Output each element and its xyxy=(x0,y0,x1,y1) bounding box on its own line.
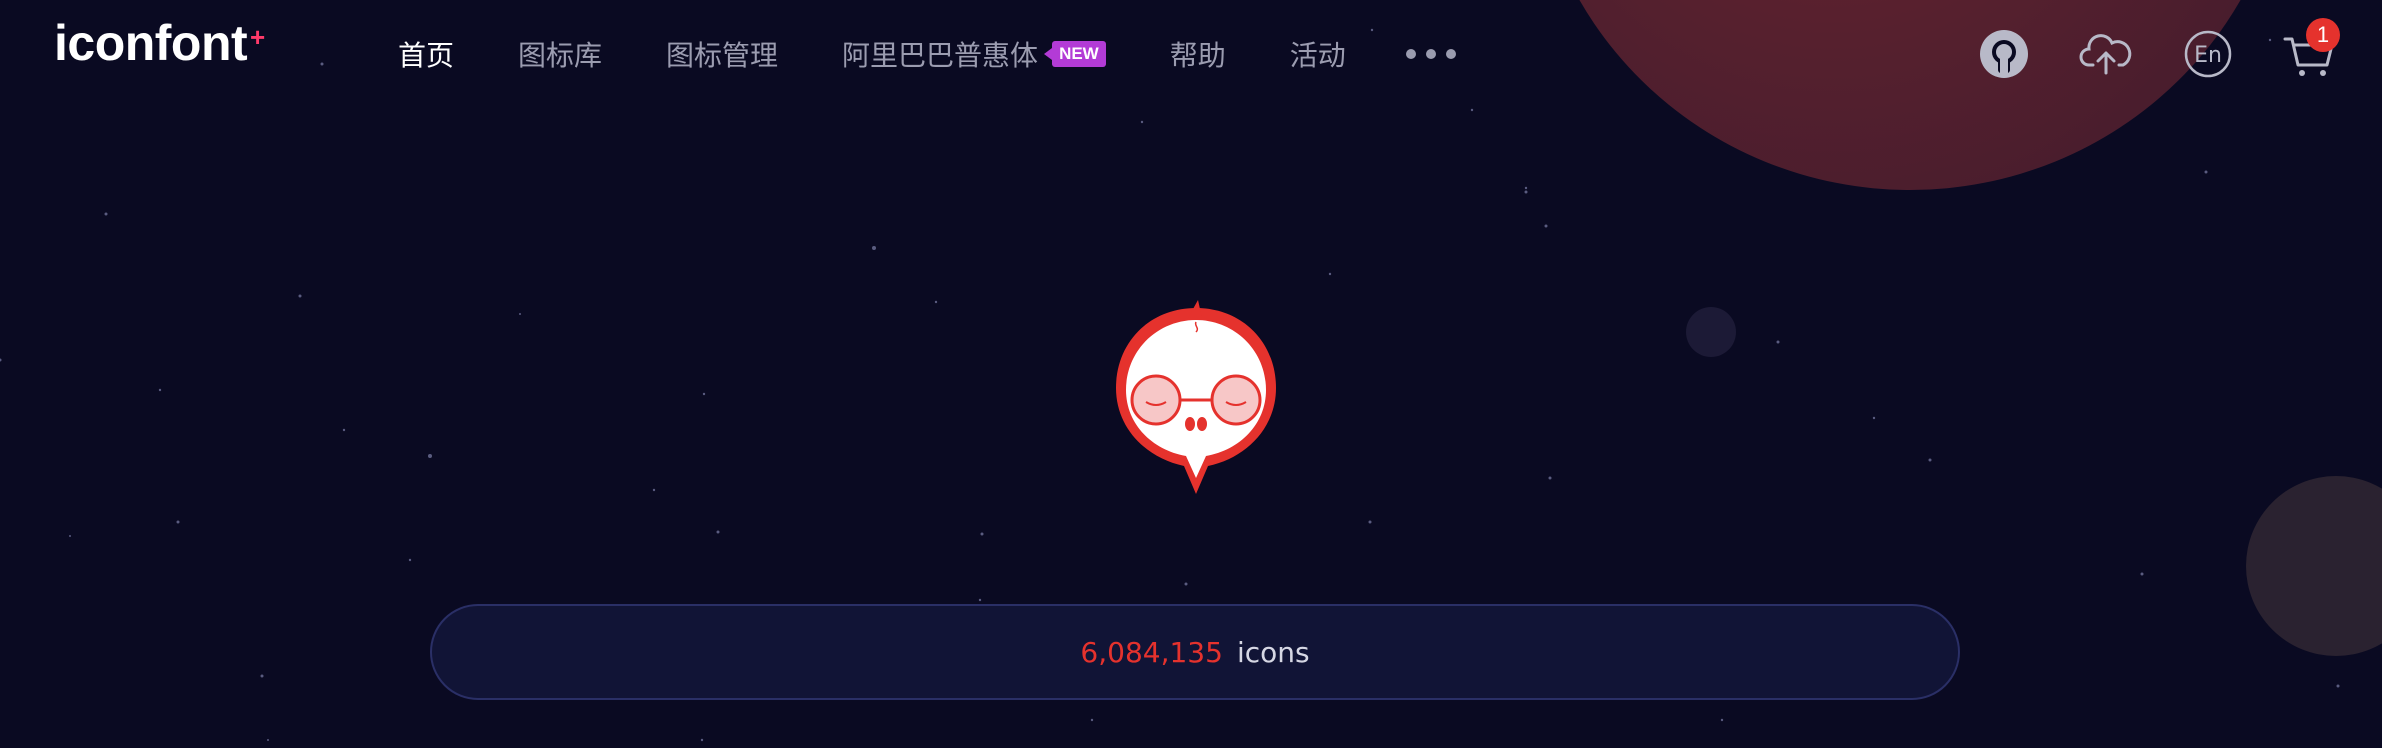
ellipsis-dot xyxy=(1425,49,1436,59)
cloud-upload-icon xyxy=(2079,34,2132,75)
ellipsis-icon xyxy=(1405,49,1416,59)
top-navigation: iconfont + 首页 图标库 图标管理 阿里巴巴普惠体 NEW 帮助 活动 xyxy=(0,0,2382,108)
ellipsis-dot xyxy=(1445,49,1456,59)
cart-count-badge: 1 xyxy=(2306,18,2340,52)
nav-item-home[interactable]: 首页 xyxy=(398,34,454,74)
nav-item-label: 图标管理 xyxy=(666,39,779,72)
language-label: En xyxy=(2194,43,2222,68)
nav-item-help[interactable]: 帮助 xyxy=(1170,34,1226,74)
nav-item-activity[interactable]: 活动 xyxy=(1290,34,1346,74)
nav-item-label: 首页 xyxy=(398,39,455,72)
cart-button[interactable]: 1 xyxy=(2282,18,2340,82)
github-button[interactable] xyxy=(1976,26,2032,82)
nav-item-label: 阿里巴巴普惠体 xyxy=(842,39,1039,72)
language-circle: En xyxy=(2184,30,2232,78)
toolbar: En 1 xyxy=(1930,18,2340,82)
nav-item-icon-library[interactable]: 图标库 xyxy=(518,34,602,74)
nav-item-label: 图标库 xyxy=(518,39,603,72)
planet-dot xyxy=(1686,307,1736,357)
nav-item-label: 活动 xyxy=(1289,39,1346,72)
nav-item-alibaba-font[interactable]: 阿里巴巴普惠体 NEW xyxy=(842,34,1106,74)
icon-count: 6,084,135 xyxy=(1080,635,1223,669)
search-bar[interactable]: 6,084,135 icons xyxy=(430,604,1960,700)
new-badge: NEW xyxy=(1044,41,1106,67)
upload-button[interactable] xyxy=(2078,26,2134,82)
logo-plus: + xyxy=(250,22,266,52)
icon-count-unit: icons xyxy=(1236,635,1310,669)
github-icon xyxy=(1980,30,2028,78)
mascot-icon xyxy=(1116,300,1276,494)
main-nav: 首页 图标库 图标管理 阿里巴巴普惠体 NEW 帮助 活动 xyxy=(398,28,1456,80)
language-button[interactable]: En xyxy=(2180,26,2236,82)
logo[interactable]: iconfont xyxy=(54,14,248,72)
nav-item-icon-management[interactable]: 图标管理 xyxy=(666,34,778,74)
more-menu-button[interactable] xyxy=(1405,49,1456,59)
nav-item-label: 帮助 xyxy=(1169,39,1226,72)
